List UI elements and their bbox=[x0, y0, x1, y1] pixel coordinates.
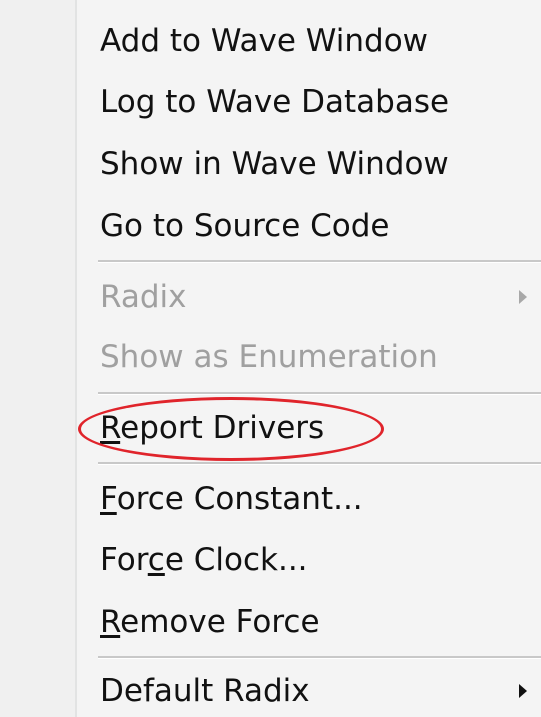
menu-item-label: Add to Wave Window bbox=[100, 23, 429, 59]
menu-separator bbox=[98, 656, 541, 659]
menu-item-force-clock[interactable]: Force Clock... bbox=[100, 535, 308, 585]
menu-item-show-as-enumeration: Show as Enumeration bbox=[100, 332, 438, 382]
menu-icon-gutter bbox=[0, 0, 75, 717]
menu-item-label: Go to Source Code bbox=[100, 208, 390, 244]
context-menu: Add to Wave Window Log to Wave Database … bbox=[0, 0, 541, 717]
menu-separator bbox=[98, 462, 541, 465]
mnemonic-letter: R bbox=[100, 410, 121, 446]
mnemonic-letter: R bbox=[100, 604, 121, 640]
menu-item-default-radix[interactable]: Default Radix bbox=[100, 666, 310, 716]
menu-item-go-to-source-code[interactable]: Go to Source Code bbox=[100, 201, 390, 251]
menu-item-radix: Radix bbox=[100, 272, 187, 322]
chevron-right-icon bbox=[519, 290, 527, 304]
menu-item-add-to-wave-window[interactable]: Add to Wave Window bbox=[100, 16, 428, 66]
mnemonic-letter: c bbox=[147, 542, 165, 578]
menu-item-report-drivers[interactable]: Report Drivers bbox=[100, 403, 324, 453]
menu-item-remove-force[interactable]: Remove Force bbox=[100, 597, 320, 647]
menu-separator bbox=[98, 260, 541, 263]
chevron-right-icon[interactable] bbox=[519, 684, 527, 698]
menu-item-label-rest: orce Constant... bbox=[116, 481, 363, 517]
menu-separator bbox=[98, 392, 541, 395]
menu-item-label-rest: eport Drivers bbox=[120, 410, 325, 446]
menu-item-label: Radix bbox=[100, 279, 187, 315]
menu-item-label-rest: emove Force bbox=[120, 604, 320, 640]
menu-item-label: Default Radix bbox=[100, 673, 310, 709]
menu-item-label-rest: e Clock... bbox=[164, 542, 308, 578]
menu-item-show-in-wave-window[interactable]: Show in Wave Window bbox=[100, 139, 449, 189]
menu-item-label: Log to Wave Database bbox=[100, 84, 450, 120]
menu-item-label-prefix: For bbox=[100, 542, 148, 578]
menu-item-force-constant[interactable]: Force Constant... bbox=[100, 474, 363, 524]
mnemonic-letter: F bbox=[100, 481, 117, 517]
menu-item-label: Show as Enumeration bbox=[100, 339, 438, 375]
menu-item-log-to-wave-database[interactable]: Log to Wave Database bbox=[100, 77, 449, 127]
menu-item-label: Show in Wave Window bbox=[100, 146, 449, 182]
